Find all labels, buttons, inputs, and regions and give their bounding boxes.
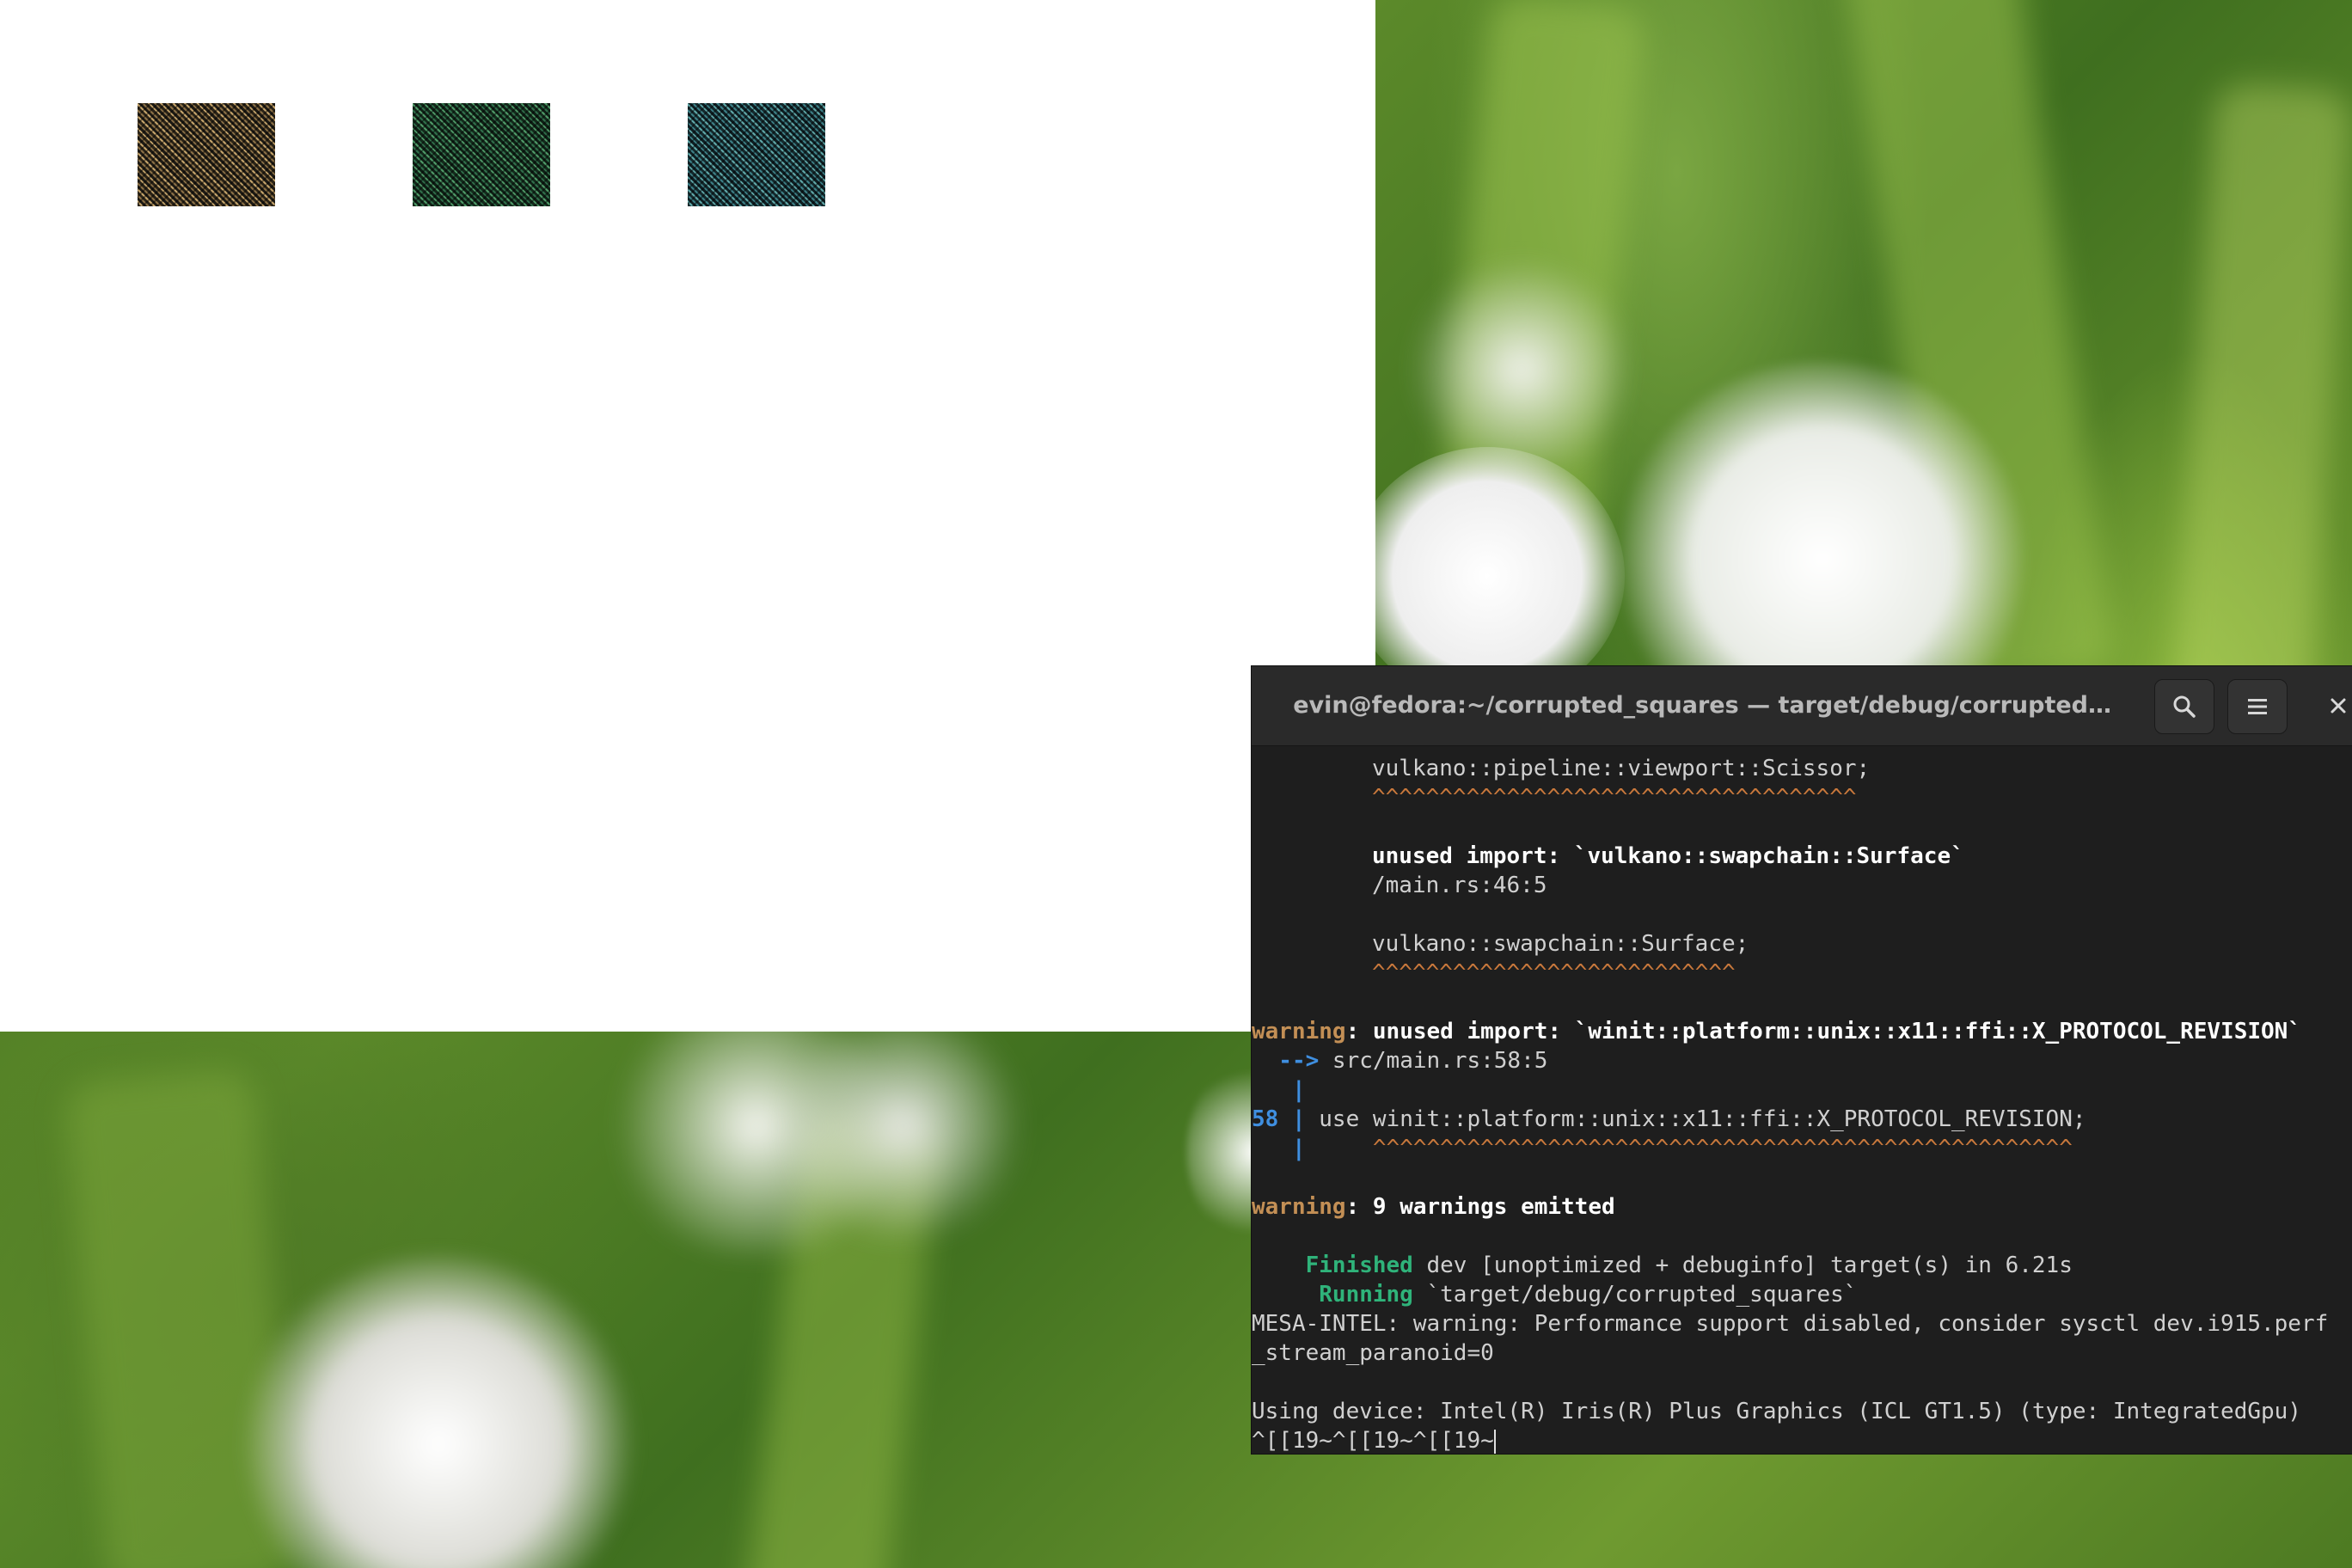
corrupted-square-3 [688, 103, 825, 206]
warning-label: warning [1252, 1194, 1346, 1220]
cargo-status: Finished [1252, 1253, 1413, 1278]
terminal-line: --> src/main.rs:58:5 [1252, 1046, 2352, 1075]
warning-message: : 9 warnings emitted [1345, 1194, 1615, 1220]
terminal-line: MESA-INTEL: warning: Performance support… [1252, 1309, 2352, 1338]
error-caret-underline: ^^^^^^^^^^^^^^^^^^^^^^^^^^^^^^^^^^^^^^^^… [1305, 1136, 2073, 1161]
output-text: vulkano::swapchain::Surface; [1372, 931, 1749, 957]
terminal-line: vulkano::swapchain::Surface; [1252, 929, 2352, 959]
terminal-line: Running `target/debug/corrupted_squares` [1252, 1280, 2352, 1309]
output-text: /main.rs:46:5 [1372, 873, 1547, 898]
hamburger-menu-icon [2248, 699, 2267, 714]
line-gutter: | [1252, 1077, 1306, 1103]
terminal-line: warning: 9 warnings emitted [1252, 1192, 2352, 1222]
terminal-window[interactable]: evin@fedora:~/corrupted_squares — target… [1252, 666, 2352, 1454]
close-button[interactable] [2321, 689, 2352, 723]
terminal-line: Finished dev [unoptimized + debuginfo] t… [1252, 1251, 2352, 1280]
output-text: vulkano::pipeline::viewport::Scissor; [1372, 756, 1871, 781]
terminal-line: | ^^^^^^^^^^^^^^^^^^^^^^^^^^^^^^^^^^^^^^… [1252, 1134, 2352, 1163]
output-text: ^[[19~^[[19~^[[19~ [1252, 1428, 1494, 1454]
output-text: use winit::platform::unix::x11::ffi::X_P… [1305, 1106, 2086, 1132]
output-text: dev [unoptimized + debuginfo] target(s) … [1412, 1253, 2073, 1278]
terminal-line: 58 | use winit::platform::unix::x11::ffi… [1252, 1105, 2352, 1134]
error-caret-underline: ^^^^^^^^^^^^^^^^^^^^^^^^^^^^^^^^^^^^ [1372, 785, 1857, 811]
line-gutter: --> [1252, 1048, 1320, 1074]
output-text: _stream_paranoid=0 [1252, 1340, 1494, 1366]
terminal-line: | [1252, 1075, 2352, 1105]
terminal-header-bar[interactable]: evin@fedora:~/corrupted_squares — target… [1252, 666, 2352, 746]
vulkan-render-window[interactable] [0, 0, 1375, 1032]
corrupted-square-1 [138, 103, 275, 206]
output-text: `target/debug/corrupted_squares` [1412, 1282, 1858, 1308]
close-icon [2331, 698, 2346, 714]
text-cursor [1493, 1429, 1496, 1454]
terminal-line: unused import: `vulkano::swapchain::Surf… [1252, 842, 2352, 871]
search-icon [2173, 695, 2196, 718]
terminal-line: ^[[19~^[[19~^[[19~ [1252, 1426, 2352, 1454]
output-text: Using device: Intel(R) Iris(R) Plus Grap… [1252, 1399, 2301, 1424]
warning-message: : unused import: `winit::platform::unix:… [1345, 1019, 2301, 1044]
error-caret-underline: ^^^^^^^^^^^^^^^^^^^^^^^^^^^ [1372, 960, 1736, 986]
line-gutter: | [1252, 1136, 1306, 1161]
terminal-line: warning: unused import: `winit::platform… [1252, 1017, 2352, 1046]
warning-label: warning [1252, 1019, 1346, 1044]
terminal-line: /main.rs:46:5 [1252, 871, 2352, 900]
cargo-status: Running [1252, 1282, 1413, 1308]
output-text: src/main.rs:58:5 [1319, 1048, 1548, 1074]
terminal-output[interactable]: vulkano::pipeline::viewport::Scissor;^^^… [1252, 754, 2352, 1454]
terminal-line: ^^^^^^^^^^^^^^^^^^^^^^^^^^^^^^^^^^^^ [1252, 783, 2352, 812]
output-text: MESA-INTEL: warning: Performance support… [1252, 1311, 2329, 1337]
corrupted-square-2 [413, 103, 550, 206]
terminal-line: Using device: Intel(R) Iris(R) Plus Grap… [1252, 1397, 2352, 1426]
search-button[interactable] [2154, 679, 2214, 734]
terminal-title: evin@fedora:~/corrupted_squares — target… [1293, 692, 2111, 719]
terminal-line: ^^^^^^^^^^^^^^^^^^^^^^^^^^^ [1252, 959, 2352, 988]
terminal-line: _stream_paranoid=0 [1252, 1338, 2352, 1368]
menu-button[interactable] [2227, 679, 2288, 734]
line-gutter: 58 | [1252, 1106, 1306, 1132]
warning-message: unused import: `vulkano::swapchain::Surf… [1372, 843, 1964, 869]
terminal-line: vulkano::pipeline::viewport::Scissor; [1252, 754, 2352, 783]
